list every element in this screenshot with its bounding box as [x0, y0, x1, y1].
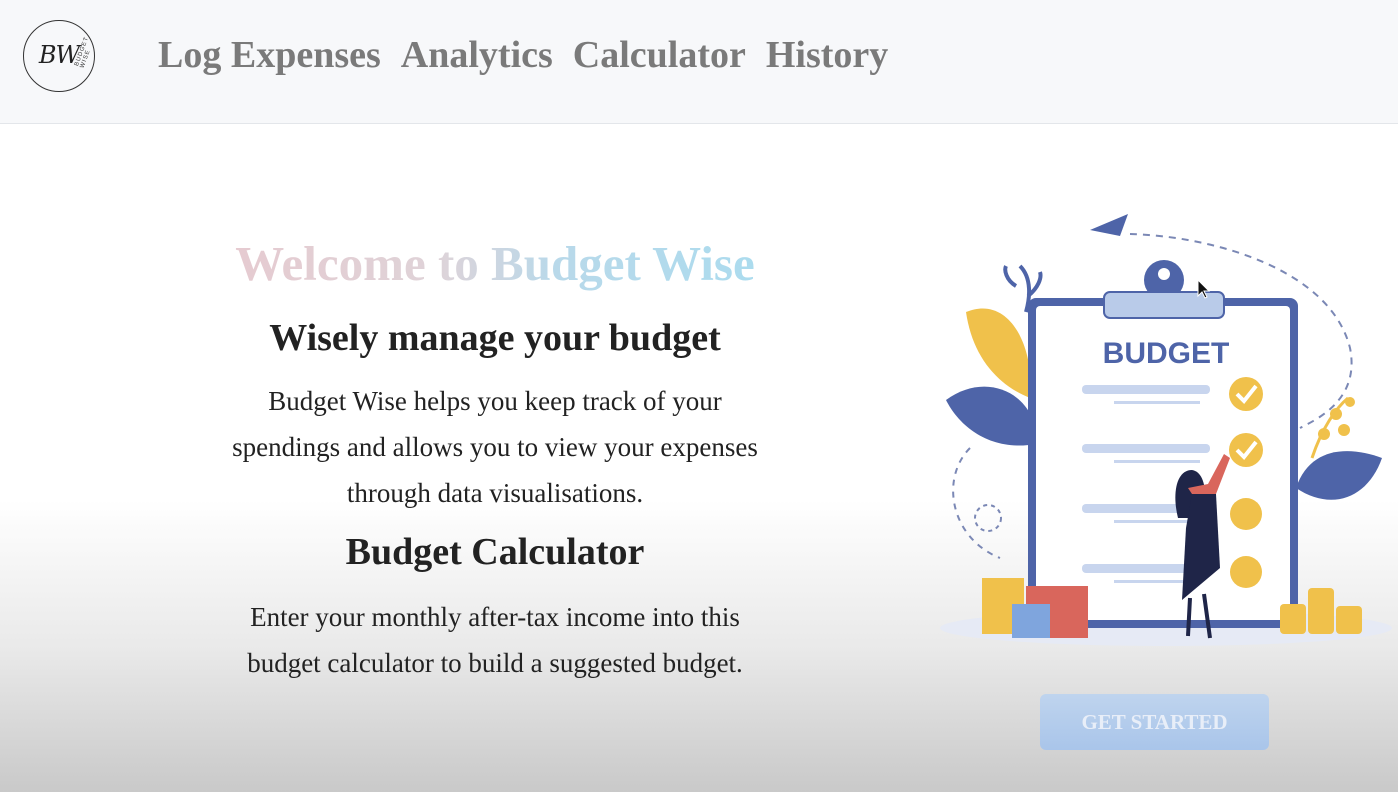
- coins-icon: [1280, 604, 1306, 634]
- main-nav: Log Expenses Analytics Calculator Histor…: [158, 33, 888, 77]
- nav-log-expenses[interactable]: Log Expenses: [158, 33, 381, 77]
- paper-plane-icon: [1090, 214, 1128, 236]
- intro-description: Budget Wise helps you keep track of your…: [232, 386, 758, 508]
- right-blue-leaf-icon: [1296, 451, 1382, 500]
- mouse-cursor-icon: [1197, 279, 1211, 299]
- budget-label: BUDGET: [1103, 337, 1230, 370]
- nav-analytics[interactable]: Analytics: [401, 33, 553, 77]
- nav-history[interactable]: History: [766, 33, 888, 77]
- yellow-leaf-icon: [966, 308, 1031, 398]
- hero-section: Welcome to Budget Wise Wisely manage you…: [195, 232, 795, 686]
- budget-wise-logo[interactable]: BW BUDGET WISE: [23, 20, 95, 92]
- nav-calculator[interactable]: Calculator: [573, 33, 746, 77]
- top-nav-bar: BW BUDGET WISE Log Expenses Analytics Ca…: [0, 0, 1398, 124]
- welcome-title: Welcome to Budget Wise: [195, 232, 795, 296]
- manage-budget-heading: Wisely manage your budget: [269, 317, 721, 359]
- get-started-button[interactable]: GET STARTED: [1040, 694, 1269, 750]
- blue-leaf-icon: [946, 386, 1037, 446]
- budget-clipboard-illustration: BUDGET: [940, 214, 1392, 646]
- check-circle-icon: [1229, 433, 1263, 467]
- calculator-description: Enter your monthly after-tax income into…: [247, 602, 743, 678]
- check-circle-icon: [1229, 377, 1263, 411]
- budget-calculator-heading: Budget Calculator: [345, 531, 645, 573]
